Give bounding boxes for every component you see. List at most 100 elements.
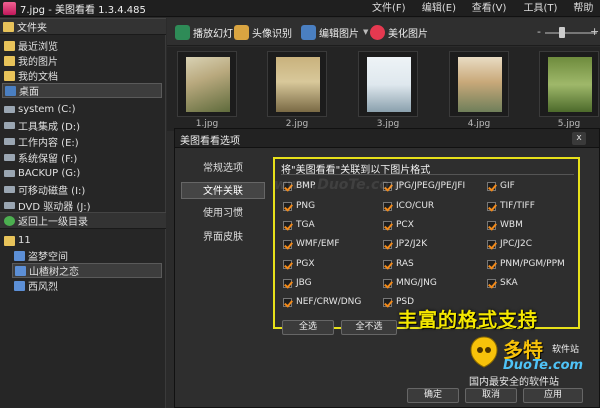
format-checkbox-wbm[interactable]: WBM [487,219,523,231]
tree-item-11[interactable]: 11 [4,233,31,248]
format-label: PNM/PGM/PPM [500,259,565,269]
tab-file-association[interactable]: 文件关联 [181,182,265,199]
checkbox-checked-icon[interactable] [487,259,496,269]
thumbnail-5[interactable] [539,51,599,117]
ok-button[interactable]: 确定 [407,388,459,403]
edit-image-label: 编辑图片 [319,28,359,40]
back-to-parent-button[interactable]: 返回上一级目录 [4,213,88,228]
checkbox-checked-icon[interactable] [487,181,496,191]
format-checkbox-jbg[interactable]: JBG [283,277,312,289]
checkbox-checked-icon[interactable] [383,201,392,211]
checkbox-checked-icon[interactable] [487,201,496,211]
chevron-down-icon[interactable]: ▼ [363,28,368,36]
tab-skin[interactable]: 界面皮肤 [181,229,265,246]
format-checkbox-ico[interactable]: ICO/CUR [383,200,434,212]
checkbox-checked-icon[interactable] [283,220,292,230]
format-label: PCX [396,220,414,230]
drive-j[interactable]: DVD 驱动器 (J:) [4,198,91,213]
select-all-button[interactable]: 全选 [282,320,334,335]
drive-d[interactable]: 工具集成 (D:) [4,118,80,133]
tree-item-hawthorn[interactable]: 山楂树之恋 [12,263,162,278]
format-checkbox-png[interactable]: PNG [283,200,315,212]
menu-help[interactable]: 帮助(H) [573,0,600,31]
format-checkbox-gif[interactable]: GIF [487,180,515,192]
format-checkbox-ras[interactable]: RAS [383,258,414,270]
thumbnail-image [367,57,411,112]
sidebar-item-my-pictures[interactable]: 我的图片 [4,53,58,68]
sidebar-item-label: 我的图片 [18,57,58,68]
format-checkbox-pgx[interactable]: PGX [283,258,315,270]
thumbnail-3[interactable] [358,51,418,117]
drive-label: BACKUP (G:) [18,168,81,179]
zoom-in-icon[interactable]: + [590,25,599,38]
tree-item-west-wind[interactable]: 西风烈 [14,278,58,293]
sidebar-item-desktop[interactable]: 桌面 [2,83,162,98]
sidebar-item-my-documents[interactable]: 我的文档 [4,68,58,83]
removable-drive-icon [4,186,15,193]
beautify-button[interactable]: 美化图片 [370,23,428,41]
checkbox-checked-icon[interactable] [283,278,292,288]
thumbnail-1[interactable] [177,51,237,117]
checkbox-checked-icon[interactable] [487,278,496,288]
checkbox-checked-icon[interactable] [283,259,292,269]
sidebar-item-recent[interactable]: 最近浏览 [4,38,58,53]
drive-c[interactable]: system (C:) [4,102,76,117]
menu-tools[interactable]: 工具(T) [523,0,562,17]
drive-f[interactable]: 系统保留 (F:) [4,150,77,165]
slideshow-button[interactable]: 播放幻灯 [175,23,233,41]
thumbnail-2[interactable] [267,51,327,117]
checkbox-checked-icon[interactable] [383,259,392,269]
drive-e[interactable]: 工作内容 (E:) [4,134,79,149]
format-checkbox-jpc[interactable]: JPC/J2C [487,238,532,250]
thumbnail-image [186,57,230,112]
folder-icon [14,280,25,291]
zoom-slider-knob[interactable] [559,27,565,38]
checkbox-checked-icon[interactable] [487,239,496,249]
checkbox-checked-icon[interactable] [283,239,292,249]
divider [281,174,574,175]
format-checkbox-jp2[interactable]: JP2/J2K [383,238,427,250]
checkbox-checked-icon[interactable] [383,297,392,307]
menu-file[interactable]: 文件(F) [372,0,411,17]
checkbox-checked-icon[interactable] [383,220,392,230]
folder-icon [14,250,25,261]
title-bar: 7.jpg - 美图看看 1.3.4.485 文件(F) 编辑(E) 查看(V)… [0,0,600,31]
close-icon[interactable]: x [572,132,586,145]
tab-usage-habits[interactable]: 使用习惯 [181,205,265,222]
tab-general[interactable]: 常规选项 [181,160,265,177]
face-detect-icon [234,24,249,40]
thumbnail-image [548,57,592,112]
zoom-out-icon[interactable]: - [537,25,541,38]
menu-view[interactable]: 查看(V) [472,0,513,17]
dvd-drive-icon [4,202,15,209]
edit-image-button[interactable]: 编辑图片 ▼ [301,23,368,41]
menu-edit[interactable]: 编辑(E) [422,0,461,17]
drive-label: 工作内容 (E:) [18,138,79,149]
format-label: PGX [296,259,315,269]
folder-header[interactable]: 文件夹 [3,19,47,34]
face-detect-button[interactable]: 头像识别 [234,23,292,41]
drive-g[interactable]: BACKUP (G:) [4,166,80,181]
checkbox-checked-icon[interactable] [383,278,392,288]
thumbnail-4[interactable] [449,51,509,117]
drive-i[interactable]: 可移动磁盘 (I:) [4,182,85,197]
cancel-button[interactable]: 取消 [465,388,517,403]
checkbox-checked-icon[interactable] [283,297,292,307]
format-checkbox-ska[interactable]: SKA [487,277,518,289]
app-icon [3,1,16,15]
checkbox-checked-icon[interactable] [383,239,392,249]
format-checkbox-wmf[interactable]: WMF/EMF [283,238,340,250]
checkbox-checked-icon[interactable] [487,220,496,230]
sidebar-item-label: 桌面 [19,87,39,98]
format-checkbox-tga[interactable]: TGA [283,219,315,231]
format-checkbox-nef[interactable]: NEF/CRW/DNG [283,296,361,308]
format-checkbox-pnm[interactable]: PNM/PGM/PPM [487,258,565,270]
apply-button[interactable]: 应用 [523,388,583,403]
menu-bar: 文件(F) 编辑(E) 查看(V) 工具(T) 帮助(H) [372,0,600,31]
format-checkbox-pcx[interactable]: PCX [383,219,414,231]
select-none-button[interactable]: 全不选 [341,320,397,335]
checkbox-checked-icon[interactable] [283,201,292,211]
tree-item-inception[interactable]: 盗梦空间 [14,248,68,263]
format-checkbox-tif[interactable]: TIF/TIFF [487,200,535,212]
format-checkbox-mng[interactable]: MNG/JNG [383,277,437,289]
